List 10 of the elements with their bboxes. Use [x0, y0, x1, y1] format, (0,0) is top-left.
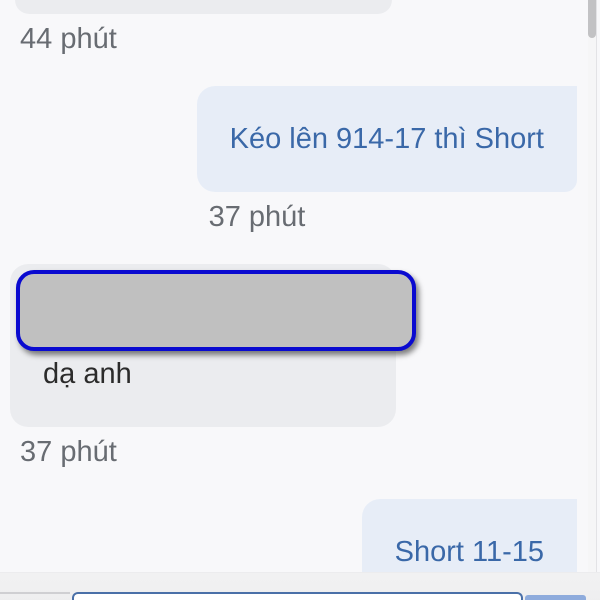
send-button[interactable]: [525, 595, 586, 600]
message-time: 44 phút: [20, 22, 117, 56]
message-text: dạ anh: [43, 357, 132, 391]
message-text: Kéo lên 914-17 thì Short: [230, 122, 544, 156]
message-time: 37 phút: [208, 200, 306, 234]
scrollbar[interactable]: [588, 0, 597, 572]
message-time: 37 phút: [20, 435, 117, 469]
message-text: Short 11-15: [394, 535, 544, 569]
scrollbar-thumb[interactable]: [588, 0, 596, 38]
message-input[interactable]: [72, 592, 523, 600]
